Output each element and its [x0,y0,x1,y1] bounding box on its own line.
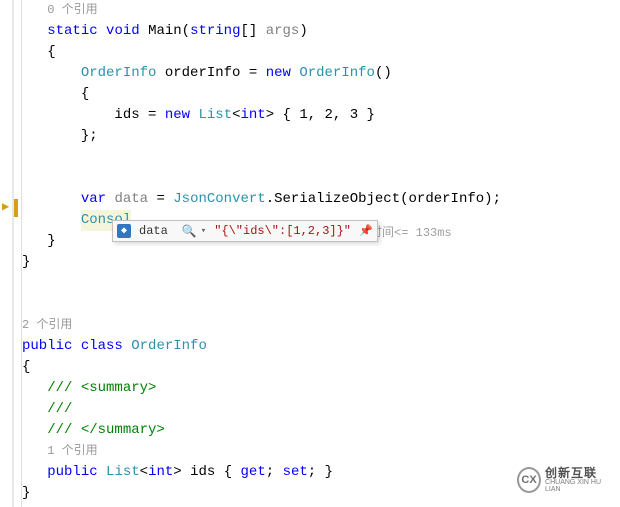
semicolon3: ; [308,464,316,480]
type-list: List [198,107,232,123]
perf-ms: 133ms [416,226,452,240]
semicolon2: ; [266,464,274,480]
codelens-refs-class[interactable]: 2 个引用 [22,318,72,332]
type-orderinfo: OrderInfo [81,65,157,81]
var-orderinfo: orderInfo [165,65,241,81]
brackets: [] [241,23,258,39]
execution-marker [14,199,18,217]
paren-open: ( [182,23,190,39]
debug-datatip[interactable]: ◆ data 🔍 ▾ "{\"ids\":[1,2,3]}" 📌 [112,220,378,242]
keyword-get: get [241,464,266,480]
xml-doc-summary-open: /// <summary> [47,380,156,396]
class-body-close: } [22,485,30,501]
xml-doc-summary-close: /// </summary> [47,422,165,438]
var-data: data [114,191,148,207]
keyword-void: void [106,23,140,39]
angle-open: < [232,107,240,123]
watermark-badge: CX [517,467,541,493]
datatip-value: "{\"ids\":[1,2,3]}" [210,224,355,238]
search-icon[interactable]: 🔍 [178,224,201,239]
assign2: = [140,107,165,123]
array-init: { 1, 2, 3 } [274,107,375,123]
call-paren-open: ( [400,191,408,207]
assign3: = [148,191,173,207]
watermark-text-en: CHUANG XIN HU LIAN [545,479,612,493]
method-serialize: SerializeObject [274,191,400,207]
dropdown-icon[interactable]: ▾ [201,226,210,236]
init-brace-open: { [81,86,89,102]
type-int: int [241,107,266,123]
brace-open: { [47,44,55,60]
keyword-public: public [22,338,72,354]
keyword-class: class [81,338,123,354]
ctor-orderinfo: OrderInfo [299,65,375,81]
codelens-refs[interactable]: 0 个引用 [47,3,97,17]
init-brace-close: }; [81,128,98,144]
ctor-paren: () [375,65,392,81]
keyword-set: set [283,464,308,480]
angle-close: > [266,107,274,123]
type-int2: int [148,464,173,480]
perf-tip[interactable]: 时间<= 133ms [370,223,452,240]
call-paren-close: ) [484,191,492,207]
arg-orderinfo: orderInfo [409,191,485,207]
execution-pointer-icon: ▶ [2,199,9,214]
watermark-logo: CX 创新互联 CHUANG XIN HU LIAN [517,467,612,499]
pin-icon[interactable]: 📌 [355,224,377,238]
autoprop-open: { [215,464,240,480]
variable-icon: ◆ [117,224,131,238]
watermark-text-cn: 创新互联 [545,467,612,479]
class-body-open: { [22,359,30,375]
angle-close2: > [173,464,181,480]
keyword-static: static [47,23,97,39]
dot: . [266,191,274,207]
paren-close: ) [299,23,307,39]
prop-ids: ids [114,107,139,123]
keyword-var: var [81,191,106,207]
xml-doc-summary-body: /// [47,401,81,417]
code-editor[interactable]: 0 个引用 static void Main(string[] args) { … [22,0,620,507]
keyword-public2: public [47,464,97,480]
perf-op: <= [394,226,408,240]
class-orderinfo: OrderInfo [131,338,207,354]
semicolon: ; [493,191,501,207]
type-string: string [190,23,240,39]
datatip-variable-name: data [135,224,178,238]
type-jsonconvert: JsonConvert [173,191,265,207]
keyword-new2: new [165,107,190,123]
method-brace-close: } [47,233,55,249]
class-brace-close: } [22,254,30,270]
assign: = [240,65,265,81]
angle-open2: < [140,464,148,480]
keyword-new: new [266,65,291,81]
type-list2: List [106,464,140,480]
param-args: args [266,23,300,39]
autoprop-close: } [316,464,333,480]
editor-gutter[interactable]: ▶ [0,0,22,507]
prop-ids-decl: ids [190,464,215,480]
codelens-refs-prop[interactable]: 1 个引用 [47,444,97,458]
method-main: Main [148,23,182,39]
